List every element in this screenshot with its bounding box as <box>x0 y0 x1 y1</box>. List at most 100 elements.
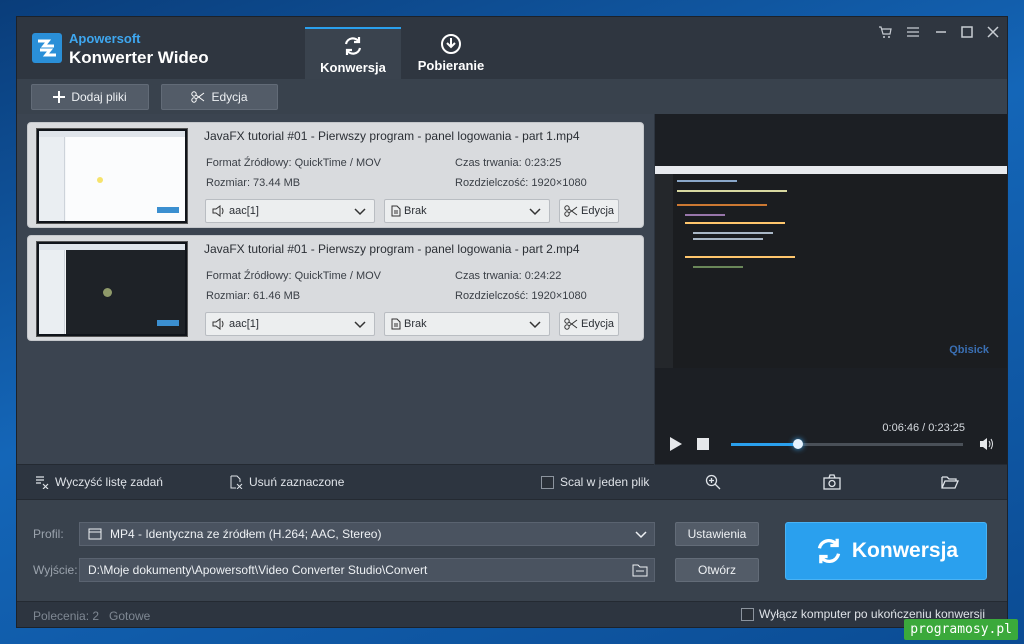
play-icon[interactable] <box>669 436 683 455</box>
audio-track-select[interactable]: aac[1] <box>205 312 375 336</box>
file-name: JavaFX tutorial #01 - Pierwszy program -… <box>204 129 580 143</box>
remove-selected-button[interactable]: Usuń zaznaczone <box>229 475 344 489</box>
output-panel: Profil: MP4 - Identyczna ze źródłem (H.2… <box>17 499 1007 601</box>
tab-pobieranie[interactable]: Pobieranie <box>403 27 499 79</box>
seek-progress <box>731 443 799 446</box>
refresh-icon <box>817 538 841 564</box>
speaker-icon <box>212 318 224 330</box>
camera-icon[interactable] <box>823 474 841 493</box>
folder-icon[interactable] <box>632 563 648 577</box>
brand-company: Apowersoft <box>69 31 141 46</box>
list-actions-bar: Wyczyść listę zadań Usuń zaznaczone Scal… <box>17 464 654 498</box>
seek-slider[interactable] <box>731 439 963 449</box>
output-path-value: D:\Moje dokumenty\Apowersoft\Video Conve… <box>88 563 428 577</box>
stop-icon[interactable] <box>697 438 709 453</box>
chevron-down-icon <box>354 208 366 216</box>
audio-track-select[interactable]: aac[1] <box>205 199 375 223</box>
merge-checkbox[interactable]: Scal w jeden plik <box>541 475 649 489</box>
menu-icon[interactable] <box>903 25 923 42</box>
list-item[interactable]: JavaFX tutorial #01 - Pierwszy program -… <box>27 122 644 228</box>
profile-select[interactable]: MP4 - Identyczna ze źródłem (H.264; AAC,… <box>79 522 655 546</box>
minimize-icon[interactable] <box>931 25 951 42</box>
item-edit-label: Edycja <box>581 205 615 217</box>
duration: Czas trwania: 0:24:22 <box>455 270 562 282</box>
plus-icon <box>53 91 66 103</box>
commands-count: Polecenia: 2 <box>33 609 100 623</box>
file-icon <box>88 528 102 540</box>
profile-label: Profil: <box>33 527 64 541</box>
file-name: JavaFX tutorial #01 - Pierwszy program -… <box>204 242 580 256</box>
settings-button[interactable]: Ustawienia <box>675 522 759 546</box>
source-format: Format Źródłowy: QuickTime / MOV <box>206 157 382 169</box>
document-icon <box>391 318 401 330</box>
refresh-icon <box>344 37 362 55</box>
app-window: Apowersoft Konwerter Wideo Konwersja Pob… <box>16 16 1008 628</box>
speaker-icon <box>212 205 224 217</box>
preview-actions-bar <box>655 464 1007 498</box>
maximize-icon[interactable] <box>957 25 977 42</box>
audio-track-value: aac[1] <box>229 205 259 217</box>
volume-icon[interactable] <box>979 436 995 455</box>
resolution: Rozdzielczość: 1920×1080 <box>455 290 587 302</box>
output-path-field[interactable]: D:\Moje dokumenty\Apowersoft\Video Conve… <box>79 558 655 582</box>
subtitle-value: Brak <box>404 205 427 217</box>
convert-button[interactable]: Konwersja <box>785 522 987 580</box>
zoom-in-icon[interactable] <box>705 474 721 493</box>
status-text: Gotowe <box>109 609 151 623</box>
clear-list-icon <box>36 476 49 489</box>
audio-track-value: aac[1] <box>229 318 259 330</box>
download-icon <box>441 34 461 54</box>
list-item[interactable]: JavaFX tutorial #01 - Pierwszy program -… <box>27 235 644 341</box>
cart-icon[interactable] <box>875 25 895 42</box>
shutdown-checkbox-box[interactable] <box>741 607 754 621</box>
merge-label: Scal w jeden plik <box>560 475 650 489</box>
add-files-button[interactable]: Dodaj pliki <box>31 84 149 110</box>
site-watermark: programosy.pl <box>904 619 1018 640</box>
video-watermark: Qbisick <box>949 344 989 356</box>
edit-button[interactable]: Edycja <box>161 84 278 110</box>
profile-value: MP4 - Identyczna ze źródłem (H.264; AAC,… <box>110 527 382 541</box>
item-edit-label: Edycja <box>581 318 615 330</box>
app-logo-icon <box>32 33 62 63</box>
merge-checkbox-box[interactable] <box>541 475 554 489</box>
subtitle-value: Brak <box>404 318 427 330</box>
folder-open-icon[interactable] <box>941 474 959 493</box>
subtitle-select[interactable]: Brak <box>384 312 550 336</box>
clear-list-label: Wyczyść listę zadań <box>55 475 163 489</box>
remove-selected-label: Usuń zaznaczone <box>249 475 345 489</box>
preview-frame[interactable]: Qbisick <box>655 166 1007 368</box>
item-edit-button[interactable]: Edycja <box>559 199 619 223</box>
video-thumbnail[interactable] <box>36 241 188 337</box>
document-icon <box>391 205 401 217</box>
tab-konwersja[interactable]: Konwersja <box>305 27 401 79</box>
file-size: Rozmiar: 61.46 MB <box>206 290 301 302</box>
status-bar: Polecenia: 2 Gotowe Wyłącz komputer po u… <box>17 601 1007 627</box>
toolbar: Dodaj pliki Edycja <box>17 79 1007 114</box>
scissors-icon <box>564 205 578 217</box>
brand-product: Konwerter Wideo <box>69 48 209 67</box>
open-button[interactable]: Otwórz <box>675 558 759 582</box>
video-thumbnail[interactable] <box>36 128 188 224</box>
source-format: Format Źródłowy: QuickTime / MOV <box>206 270 382 282</box>
scissors-icon <box>564 318 578 330</box>
resolution: Rozdzielczość: 1920×1080 <box>455 177 587 189</box>
file-size: Rozmiar: 73.44 MB <box>206 177 301 189</box>
output-label: Wyjście: <box>33 563 78 577</box>
tab-pobieranie-label: Pobieranie <box>417 58 485 73</box>
edit-label: Edycja <box>211 90 248 104</box>
duration: Czas trwania: 0:23:25 <box>455 157 562 169</box>
item-edit-button[interactable]: Edycja <box>559 312 619 336</box>
tab-konwersja-label: Konwersja <box>320 60 386 75</box>
chevron-down-icon <box>529 208 541 216</box>
seek-handle[interactable] <box>793 439 804 449</box>
chevron-down-icon <box>529 321 541 329</box>
subtitle-select[interactable]: Brak <box>384 199 550 223</box>
task-list: JavaFX tutorial #01 - Pierwszy program -… <box>17 114 654 464</box>
playback-time: 0:06:46 / 0:23:25 <box>882 422 965 434</box>
title-bar: Apowersoft Konwerter Wideo Konwersja Pob… <box>17 17 1007 79</box>
close-icon[interactable] <box>983 25 1003 42</box>
remove-file-icon <box>230 475 243 489</box>
add-files-label: Dodaj pliki <box>71 90 127 104</box>
clear-list-button[interactable]: Wyczyść listę zadań <box>35 475 163 489</box>
chevron-down-icon <box>354 321 366 329</box>
